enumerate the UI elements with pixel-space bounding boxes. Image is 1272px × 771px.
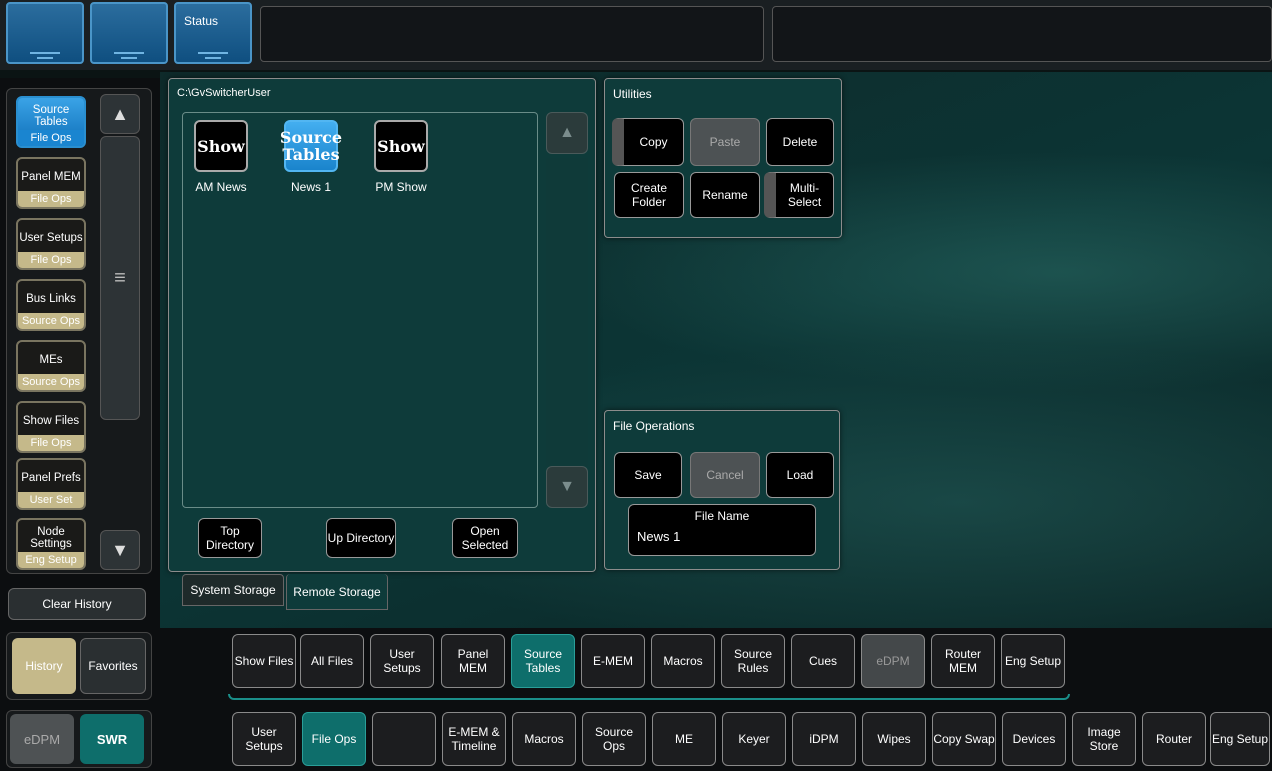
file-news-1-icon[interactable]: Source Tables: [280, 120, 342, 172]
cancel-button[interactable]: Cancel: [690, 452, 760, 498]
bars-icon: [198, 52, 228, 59]
file-scrollbar-track[interactable]: [546, 158, 588, 466]
nav-keyer[interactable]: Keyer: [722, 712, 786, 766]
history-tab[interactable]: History: [12, 638, 76, 694]
nav-macros[interactable]: Macros: [651, 634, 715, 688]
nav-idpm[interactable]: iDPM: [792, 712, 856, 766]
file-label: News 1: [290, 180, 331, 194]
file-label: PM Show: [375, 180, 427, 194]
save-button[interactable]: Save: [614, 452, 682, 498]
nav-router-mem[interactable]: Router MEM: [931, 634, 995, 688]
create-folder-button[interactable]: Create Folder: [614, 172, 684, 218]
delete-button[interactable]: Delete: [766, 118, 834, 166]
up-directory-button[interactable]: Up Directory: [326, 518, 396, 558]
file-pm-show-icon[interactable]: Show: [374, 120, 428, 172]
nav-user-setups-2[interactable]: User Setups: [232, 712, 296, 766]
nav-panel-mem[interactable]: Panel MEM: [441, 634, 505, 688]
nav-copy-swap[interactable]: Copy Swap: [932, 712, 996, 766]
file-operations-title: File Operations: [613, 419, 695, 433]
nav-show-files[interactable]: Show Files: [232, 634, 296, 688]
utilities-title: Utilities: [613, 87, 652, 101]
nav-wipes[interactable]: Wipes: [862, 712, 926, 766]
history-item-show-files[interactable]: Show Files File Ops: [16, 401, 86, 453]
top-button-2[interactable]: [90, 2, 168, 64]
triangle-up-icon: ▲: [559, 124, 575, 141]
nav-source-tables[interactable]: Source Tables: [511, 634, 575, 688]
tab-remote-storage[interactable]: Remote Storage: [286, 574, 388, 610]
history-item-panel-mem[interactable]: Panel MEM File Ops: [16, 157, 86, 209]
history-scrollbar[interactable]: ≡: [100, 136, 140, 420]
nav-all-files[interactable]: All Files: [300, 634, 364, 688]
history-item-node-settings[interactable]: Node Settings Eng Setup: [16, 518, 86, 570]
status-button[interactable]: Status: [174, 2, 252, 64]
nav-macros-2[interactable]: Macros: [512, 712, 576, 766]
multi-select-button[interactable]: Multi-Select: [764, 172, 834, 218]
load-button[interactable]: Load: [766, 452, 834, 498]
file-name-label: File Name: [694, 509, 750, 523]
nav-devices[interactable]: Devices: [1002, 712, 1066, 766]
nav-eng-setup-2[interactable]: Eng Setup: [1210, 712, 1270, 766]
triangle-up-icon: ▲: [111, 103, 129, 124]
nav-eng-setup[interactable]: Eng Setup: [1001, 634, 1065, 688]
nav-user-setups[interactable]: User Setups: [370, 634, 434, 688]
history-scroll-down-button[interactable]: ▼: [100, 530, 140, 570]
nav-router[interactable]: Router: [1142, 712, 1206, 766]
nav-group-bracket: [228, 694, 1070, 700]
status-display-2: [772, 6, 1272, 62]
copy-button[interactable]: Copy: [612, 118, 684, 166]
file-label: AM News: [195, 180, 247, 194]
file-scroll-down-button[interactable]: ▼: [546, 466, 588, 508]
nav-cues[interactable]: Cues: [791, 634, 855, 688]
nav-edpm[interactable]: eDPM: [861, 634, 925, 688]
nav-me[interactable]: ME: [652, 712, 716, 766]
file-scroll-up-button[interactable]: ▲: [546, 112, 588, 154]
current-path: C:\GvSwitcherUser: [177, 87, 271, 99]
bars-icon: [114, 52, 144, 59]
swr-mode-button[interactable]: SWR: [80, 714, 144, 764]
nav-blank[interactable]: [372, 712, 436, 766]
nav-file-ops[interactable]: File Ops: [302, 712, 366, 766]
rename-button[interactable]: Rename: [690, 172, 760, 218]
file-am-news-icon[interactable]: Show: [194, 120, 248, 172]
nav-source-ops[interactable]: Source Ops: [582, 712, 646, 766]
status-label: Status: [184, 14, 219, 28]
edpm-mode-button[interactable]: eDPM: [10, 714, 74, 764]
history-item-mes[interactable]: MEs Source Ops: [16, 340, 86, 392]
file-name-field[interactable]: File Name News 1: [628, 504, 816, 556]
open-selected-button[interactable]: Open Selected: [452, 518, 518, 558]
history-scroll-up-button[interactable]: ▲: [100, 94, 140, 134]
history-item-bus-links[interactable]: Bus Links Source Ops: [16, 279, 86, 331]
triangle-down-icon: ▼: [111, 539, 129, 560]
top-button-1[interactable]: [6, 2, 84, 64]
file-name-value: News 1: [637, 529, 681, 544]
tab-system-storage[interactable]: System Storage: [182, 574, 284, 606]
history-item-source-tables[interactable]: Source Tables File Ops: [16, 96, 86, 148]
nav-image-store[interactable]: Image Store: [1072, 712, 1136, 766]
nav-source-rules[interactable]: Source Rules: [721, 634, 785, 688]
triangle-down-icon: ▼: [559, 478, 575, 495]
clear-history-button[interactable]: Clear History: [8, 588, 146, 620]
bars-icon: [30, 52, 60, 59]
history-item-panel-prefs[interactable]: Panel Prefs User Set: [16, 458, 86, 510]
top-directory-button[interactable]: Top Directory: [198, 518, 262, 558]
nav-e-mem[interactable]: E-MEM: [581, 634, 645, 688]
favorites-tab[interactable]: Favorites: [80, 638, 146, 694]
nav-e-mem-timeline[interactable]: E-MEM & Timeline: [442, 712, 506, 766]
status-display-1: [260, 6, 764, 62]
grip-icon: ≡: [114, 266, 126, 289]
history-item-user-setups[interactable]: User Setups File Ops: [16, 218, 86, 270]
paste-button[interactable]: Paste: [690, 118, 760, 166]
